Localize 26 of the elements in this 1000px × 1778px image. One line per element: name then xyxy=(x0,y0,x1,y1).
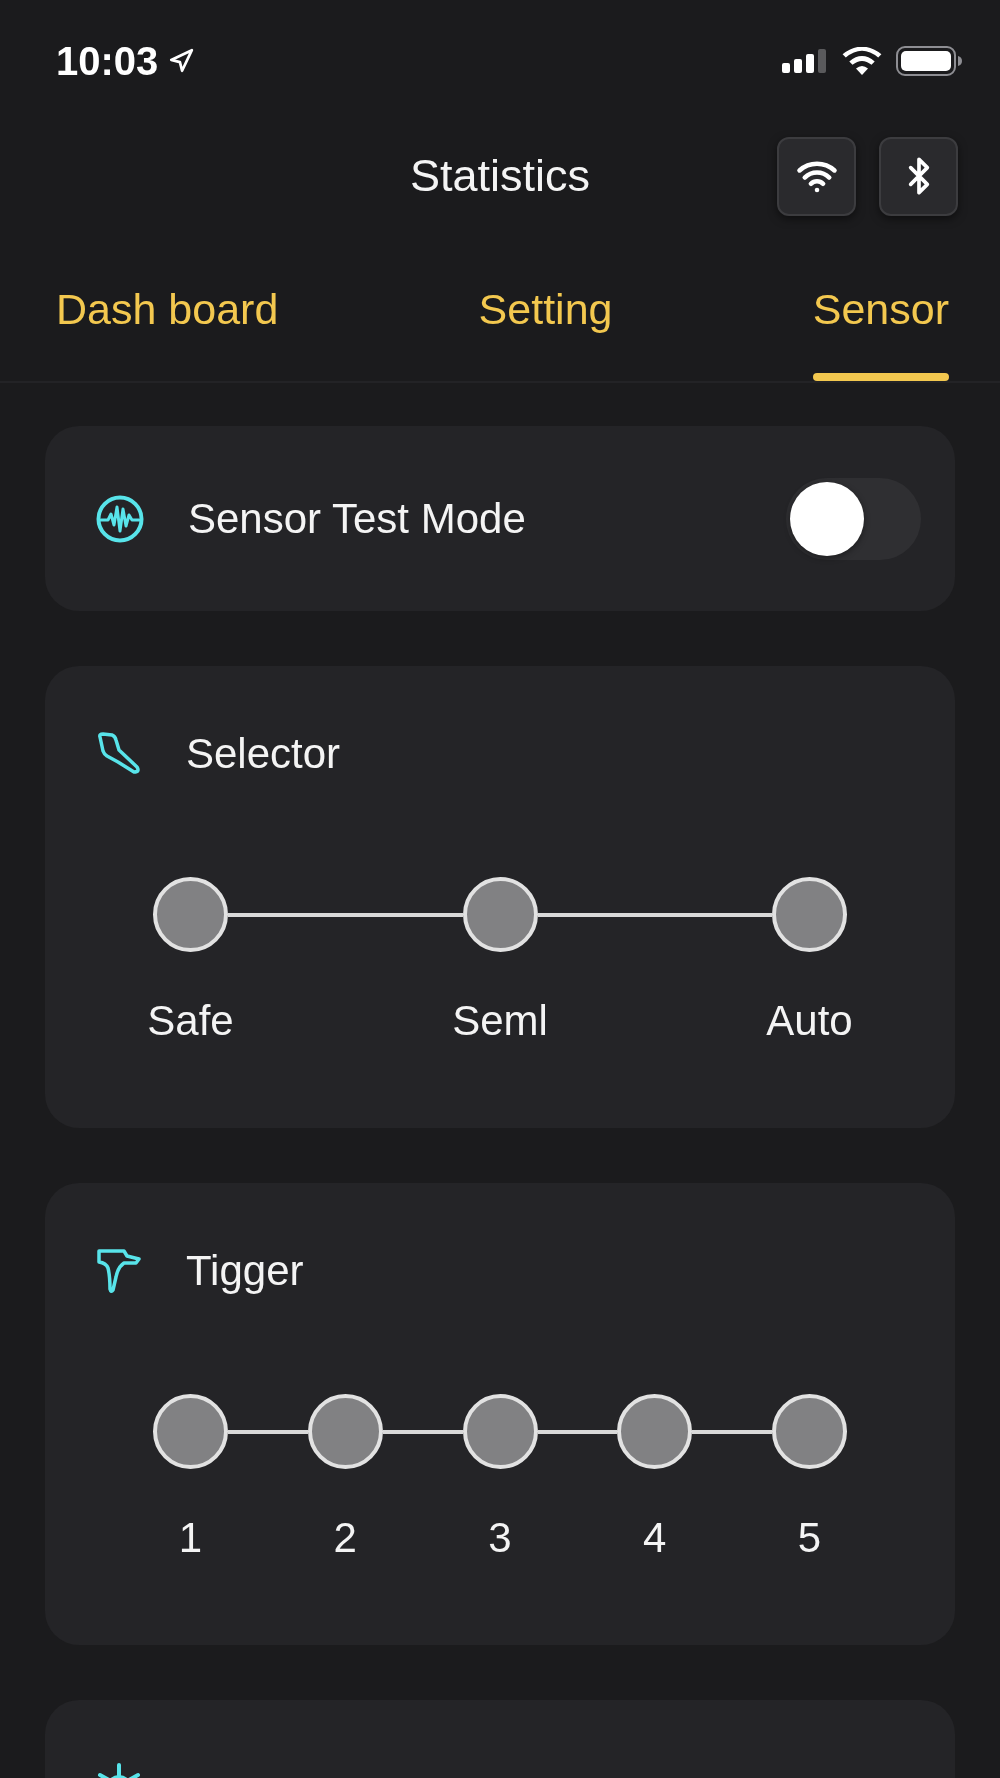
card-title: Tigger xyxy=(186,1246,304,1296)
card-title: Sensor Test Mode xyxy=(188,493,526,544)
status-time: 10:03 xyxy=(56,38,159,84)
battery-icon xyxy=(896,46,962,76)
step-label: Seml xyxy=(452,996,548,1046)
signal-icon xyxy=(782,49,828,73)
wifi-icon xyxy=(842,47,882,75)
location-icon xyxy=(168,48,195,74)
tab[interactable]: Sensor xyxy=(812,284,949,381)
tab[interactable]: Dash board xyxy=(56,284,279,381)
waveform-icon xyxy=(96,494,144,543)
card-title: Selector xyxy=(186,729,341,779)
step-label: 4 xyxy=(643,1513,667,1563)
trigger-icon xyxy=(96,1248,142,1294)
step-label: 5 xyxy=(797,1513,822,1563)
tab[interactable]: Setting xyxy=(478,284,613,381)
step-label: 1 xyxy=(178,1513,203,1563)
page-title: Statistics xyxy=(409,149,590,203)
wheel-icon xyxy=(96,1761,142,1778)
step-label: Safe xyxy=(147,996,234,1046)
bluetooth-button[interactable] xyxy=(879,136,958,216)
wifi-button[interactable] xyxy=(777,136,856,216)
step-label: 3 xyxy=(488,1513,512,1563)
wedge-icon xyxy=(96,732,142,776)
step-label: Auto xyxy=(766,996,853,1046)
step-label: 2 xyxy=(333,1513,357,1563)
